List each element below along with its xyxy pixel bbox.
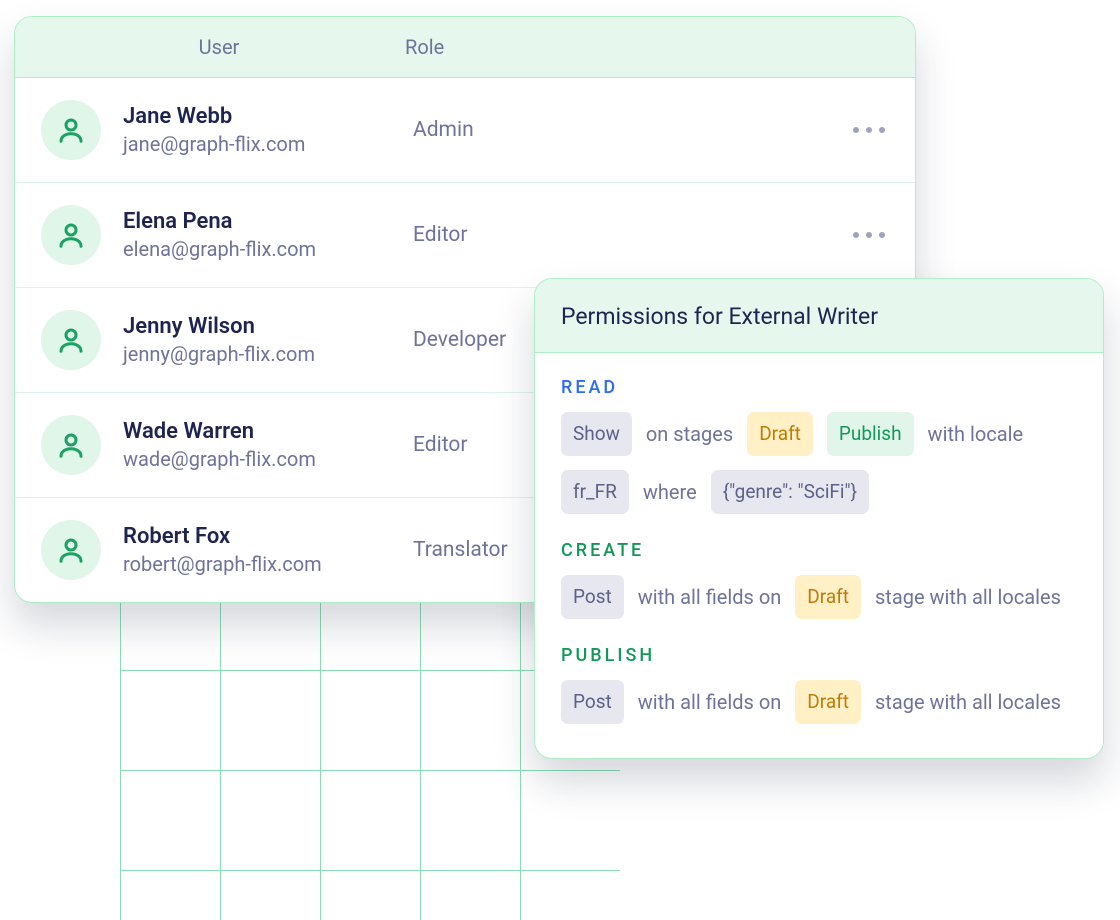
permission-section: PUBLISH Post with all fields on Draft stage … bbox=[561, 645, 1081, 724]
user-email: wade@graph-flix.com bbox=[123, 447, 316, 471]
permission-label: READ bbox=[561, 377, 1081, 398]
column-header-user: User bbox=[33, 35, 405, 59]
rule-chip: Draft bbox=[795, 575, 861, 619]
user-email: jenny@graph-flix.com bbox=[123, 342, 315, 366]
more-menu-button[interactable] bbox=[847, 121, 891, 139]
rule-chip: fr_FR bbox=[561, 470, 629, 514]
user-name: Elena Pena bbox=[123, 209, 316, 235]
rule-text: with locale bbox=[928, 415, 1024, 453]
rule-chip: Publish bbox=[827, 412, 914, 456]
rule-text: with all fields on bbox=[638, 683, 782, 721]
permission-label: CREATE bbox=[561, 540, 1081, 561]
table-row: Elena Penaelena@graph-flix.com Editor bbox=[15, 182, 915, 287]
permission-rule: Show on stages Draft Publish with locale fr_F… bbox=[561, 412, 1081, 514]
users-table-header: User Role bbox=[15, 17, 915, 78]
user-icon bbox=[41, 415, 101, 475]
rule-text: on stages bbox=[646, 415, 733, 453]
permission-section: CREATE Post with all fields on Draft stage w… bbox=[561, 540, 1081, 619]
user-role: Admin bbox=[413, 118, 633, 142]
user-name: Wade Warren bbox=[123, 419, 316, 445]
user-name: Robert Fox bbox=[123, 524, 322, 550]
user-email: robert@graph-flix.com bbox=[123, 552, 322, 576]
user-name: Jane Webb bbox=[123, 104, 305, 130]
rule-text: where bbox=[643, 473, 697, 511]
user-email: elena@graph-flix.com bbox=[123, 237, 316, 261]
permission-section: READ Show on stages Draft Publish with locale… bbox=[561, 377, 1081, 514]
table-row: Jane Webbjane@graph-flix.com Admin bbox=[15, 78, 915, 182]
user-icon bbox=[41, 520, 101, 580]
rule-chip: Post bbox=[561, 680, 624, 724]
user-email: jane@graph-flix.com bbox=[123, 132, 305, 156]
permission-label: PUBLISH bbox=[561, 645, 1081, 666]
rule-chip: {"genre": "SciFi"} bbox=[711, 470, 869, 514]
user-role: Editor bbox=[413, 223, 633, 247]
permission-rule: Post with all fields on Draft stage with al… bbox=[561, 575, 1081, 619]
rule-text: stage with all locales bbox=[875, 683, 1061, 721]
rule-chip: Draft bbox=[795, 680, 861, 724]
permissions-title: Permissions for External Writer bbox=[535, 279, 1103, 353]
rule-text: with all fields on bbox=[638, 578, 782, 616]
rule-text: stage with all locales bbox=[875, 578, 1061, 616]
rule-chip: Post bbox=[561, 575, 624, 619]
rule-chip: Show bbox=[561, 412, 632, 456]
user-icon bbox=[41, 100, 101, 160]
more-menu-button[interactable] bbox=[847, 226, 891, 244]
permission-rule: Post with all fields on Draft stage with al… bbox=[561, 680, 1081, 724]
column-header-role: Role bbox=[405, 35, 585, 59]
user-icon bbox=[41, 205, 101, 265]
user-icon bbox=[41, 310, 101, 370]
permissions-card: Permissions for External Writer READ Show… bbox=[534, 278, 1104, 759]
rule-chip: Draft bbox=[747, 412, 813, 456]
user-name: Jenny Wilson bbox=[123, 314, 315, 340]
